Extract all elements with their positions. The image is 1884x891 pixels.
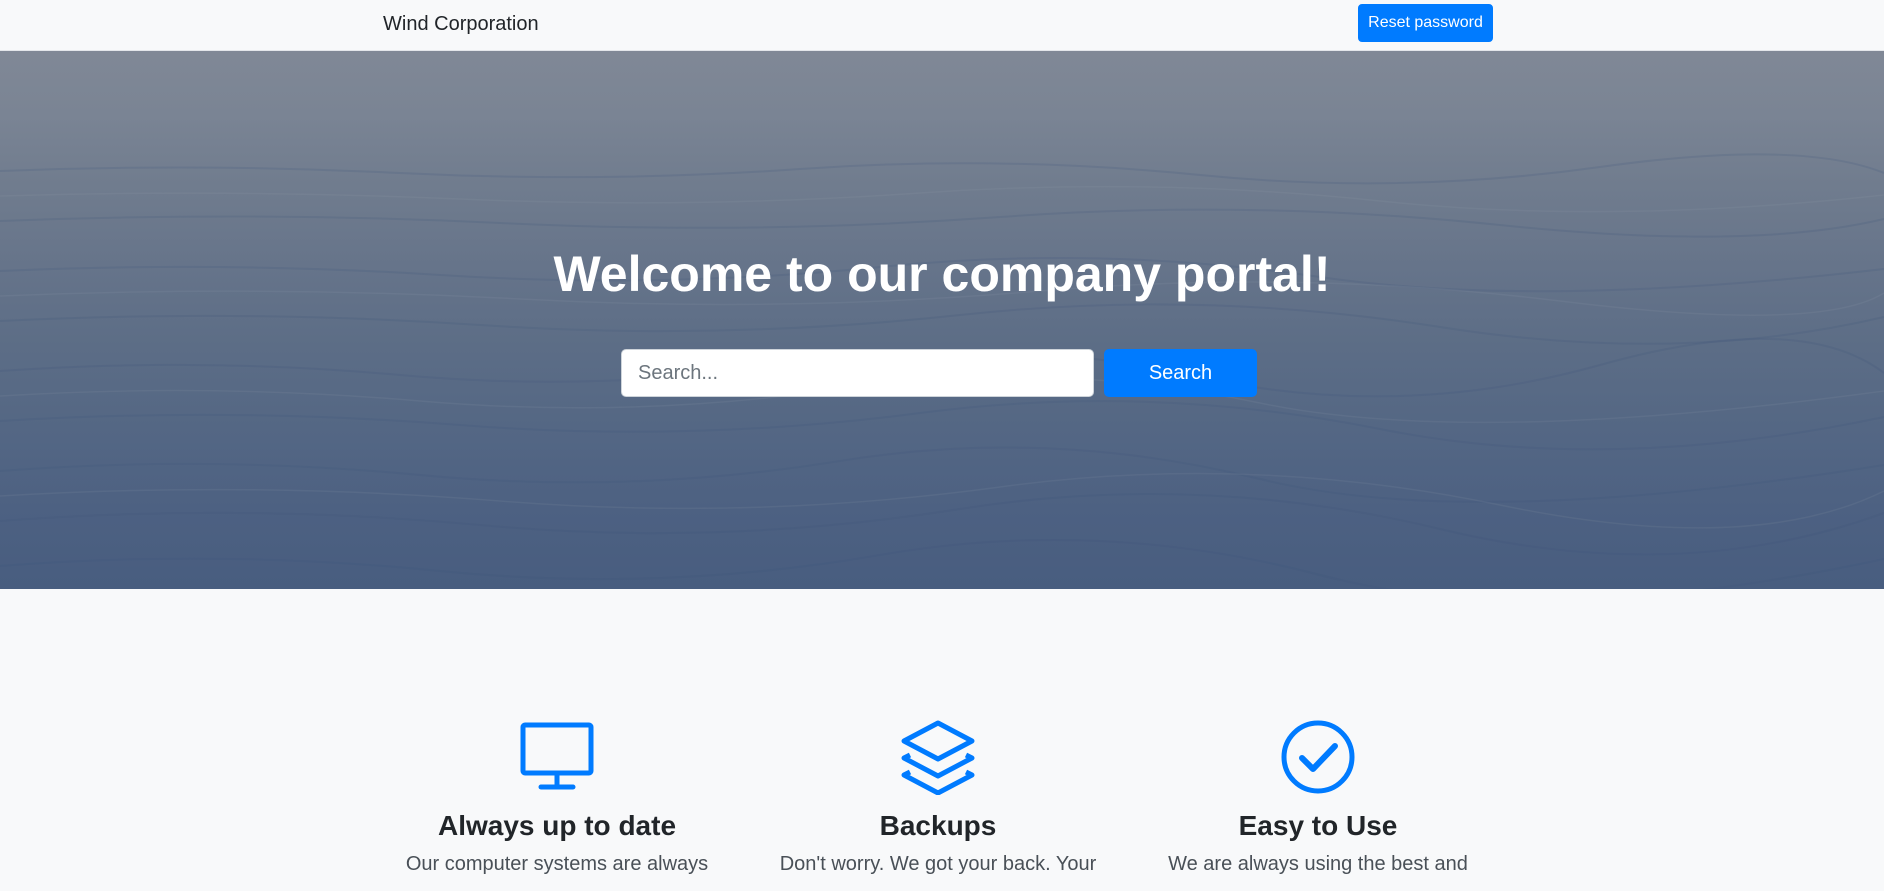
brand-link[interactable]: Wind Corporation	[383, 12, 539, 36]
hero-section: Welcome to our company portal! Search	[0, 51, 1884, 589]
reset-password-button[interactable]: Reset password	[1358, 4, 1493, 42]
check-circle-icon	[1281, 720, 1355, 794]
search-input[interactable]	[621, 349, 1094, 397]
hero-heading: Welcome to our company portal!	[553, 246, 1331, 302]
search-form: Search	[621, 349, 1257, 397]
feature-backups: Backups Don't worry. We got your back. Y…	[773, 719, 1103, 879]
monitor-icon	[520, 722, 594, 790]
feature-text: We are always using the best and	[1168, 853, 1468, 875]
ocean-background-image	[0, 153, 1884, 589]
layers-icon	[901, 720, 975, 795]
features-section: Always up to date Our computer systems a…	[0, 589, 1884, 891]
feature-always-up-to-date: Always up to date Our computer systems a…	[392, 719, 722, 879]
feature-text: Don't worry. We got your back. Your	[779, 853, 1097, 875]
search-button[interactable]: Search	[1104, 349, 1257, 397]
feature-easy-to-use: Easy to Use We are always using the best…	[1153, 719, 1483, 879]
feature-title: Backups	[879, 810, 997, 841]
top-navbar: Wind Corporation Reset password	[0, 0, 1884, 51]
feature-text: Our computer systems are always	[405, 853, 709, 875]
feature-title: Always up to date	[437, 810, 677, 841]
feature-title: Easy to Use	[1238, 810, 1398, 841]
